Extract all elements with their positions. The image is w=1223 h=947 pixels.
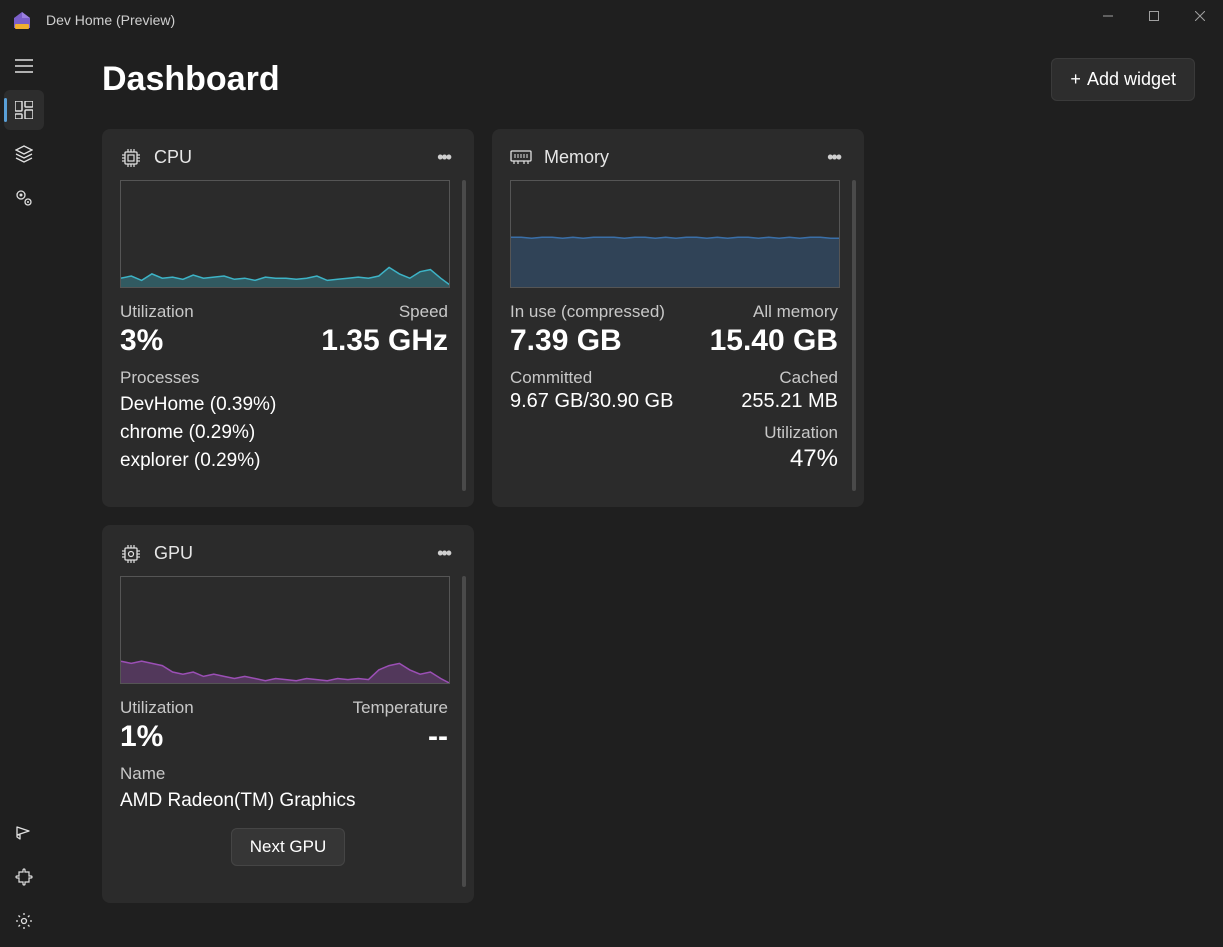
- mem-cached-label: Cached: [741, 368, 838, 388]
- cpu-speed-value: 1.35 GHz: [321, 324, 448, 358]
- titlebar: Dev Home (Preview): [0, 0, 1223, 40]
- mem-cached-value: 255.21 MB: [741, 390, 838, 413]
- nav-settings[interactable]: [4, 901, 44, 941]
- list-item: chrome (0.29%): [120, 422, 456, 444]
- gpu-name-value: AMD Radeon(TM) Graphics: [120, 790, 456, 812]
- gpu-temp-label: Temperature: [353, 698, 448, 718]
- mem-all-value: 15.40 GB: [710, 324, 838, 358]
- memory-icon: [510, 149, 532, 167]
- mem-inuse-value: 7.39 GB: [510, 324, 665, 358]
- cpu-chart: [120, 180, 450, 288]
- mem-committed-label: Committed: [510, 368, 673, 388]
- mem-committed-value: 9.67 GB/30.90 GB: [510, 390, 673, 413]
- nav-extensions[interactable]: [4, 857, 44, 897]
- mem-inuse-label: In use (compressed): [510, 302, 665, 322]
- app-title: Dev Home (Preview): [46, 12, 175, 28]
- scrollbar[interactable]: [462, 180, 466, 491]
- widget-title: GPU: [154, 543, 193, 564]
- app-icon: [12, 10, 32, 30]
- widget-gpu: GPU ••• Utilization 1%: [102, 525, 474, 903]
- maximize-button[interactable]: [1131, 0, 1177, 32]
- scrollbar[interactable]: [852, 180, 856, 491]
- gpu-icon: [120, 543, 142, 565]
- window-controls: [1085, 0, 1223, 40]
- titlebar-left: Dev Home (Preview): [12, 10, 175, 30]
- mem-util-value: 47%: [764, 445, 838, 473]
- widget-more-button[interactable]: •••: [431, 541, 456, 566]
- widget-cpu: CPU ••• Utilization 3%: [102, 129, 474, 507]
- gpu-chart: [120, 576, 450, 684]
- cpu-util-value: 3%: [120, 324, 194, 358]
- add-widget-label: Add widget: [1087, 69, 1176, 90]
- nav-feedback[interactable]: [4, 813, 44, 853]
- gpu-temp-value: --: [353, 720, 448, 754]
- nav-dashboard[interactable]: [4, 90, 44, 130]
- sidebar: [0, 40, 48, 947]
- next-gpu-button[interactable]: Next GPU: [231, 828, 346, 866]
- cpu-process-list: DevHome (0.39%) chrome (0.29%) explorer …: [120, 394, 456, 472]
- cpu-util-label: Utilization: [120, 302, 194, 322]
- cpu-processes-label: Processes: [120, 368, 456, 388]
- cpu-speed-label: Speed: [321, 302, 448, 322]
- page-header: Dashboard + Add widget: [102, 58, 1195, 101]
- memory-chart: [510, 180, 840, 288]
- widget-more-button[interactable]: •••: [431, 145, 456, 170]
- page-title: Dashboard: [102, 60, 280, 99]
- scrollbar[interactable]: [462, 576, 466, 887]
- widget-title: Memory: [544, 147, 609, 168]
- mem-util-label: Utilization: [764, 423, 838, 443]
- hamburger-menu-button[interactable]: [4, 46, 44, 86]
- main-content: Dashboard + Add widget CPU •••: [48, 40, 1223, 947]
- close-button[interactable]: [1177, 0, 1223, 32]
- nav-machine-config[interactable]: [4, 178, 44, 218]
- widget-title: CPU: [154, 147, 192, 168]
- gpu-name-label: Name: [120, 764, 456, 784]
- gpu-util-value: 1%: [120, 720, 194, 754]
- mem-all-label: All memory: [710, 302, 838, 322]
- widget-memory: Memory ••• In use (compressed) 7.39 GB: [492, 129, 864, 507]
- add-widget-button[interactable]: + Add widget: [1051, 58, 1195, 101]
- gpu-util-label: Utilization: [120, 698, 194, 718]
- widget-more-button[interactable]: •••: [821, 145, 846, 170]
- cpu-icon: [120, 147, 142, 169]
- nav-environments[interactable]: [4, 134, 44, 174]
- list-item: explorer (0.29%): [120, 450, 456, 472]
- widgets-grid: CPU ••• Utilization 3%: [102, 129, 1195, 903]
- list-item: DevHome (0.39%): [120, 394, 456, 416]
- minimize-button[interactable]: [1085, 0, 1131, 32]
- plus-icon: +: [1070, 69, 1081, 90]
